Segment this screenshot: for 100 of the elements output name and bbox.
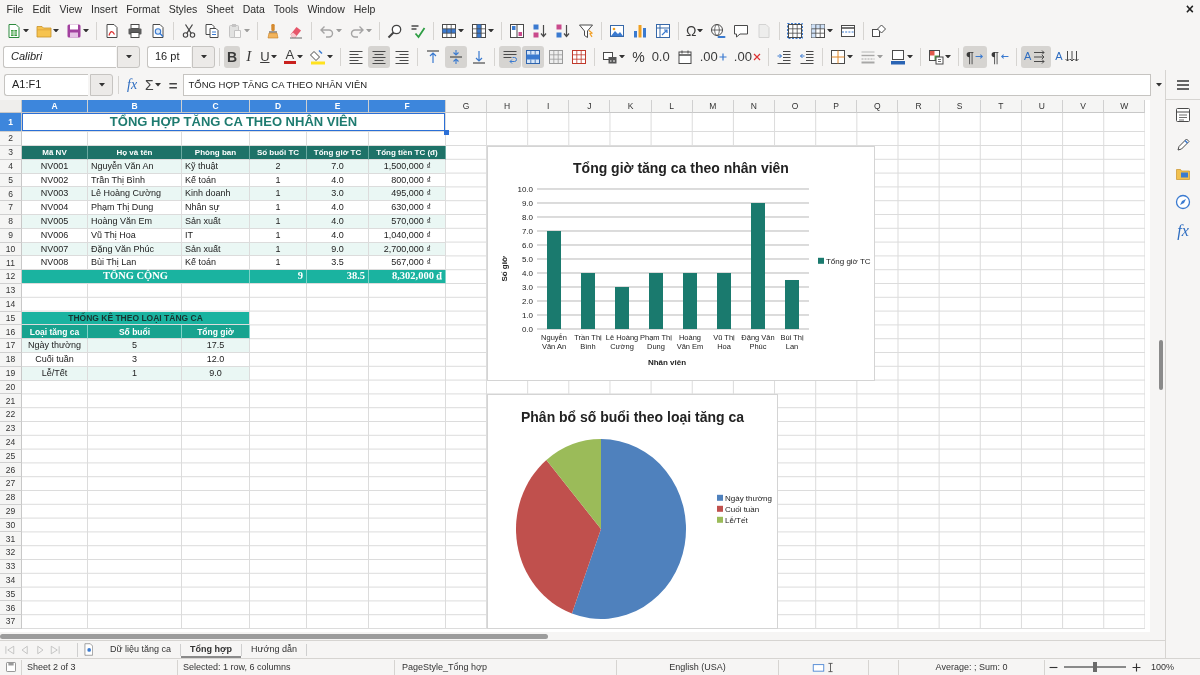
column-header[interactable]: Q — [857, 100, 899, 113]
column-header[interactable]: M — [692, 100, 734, 113]
formula-input[interactable]: TỔNG HỢP TĂNG CA THEO NHÂN VIÊN — [182, 74, 1151, 96]
print-area-icon — [787, 22, 804, 39]
text-horizontal-button[interactable]: A — [1021, 45, 1052, 68]
row-header[interactable]: 2 — [0, 132, 22, 146]
name-box[interactable]: A1:F1 — [4, 74, 88, 96]
column-header[interactable]: N — [733, 100, 775, 113]
document-status-icon[interactable] — [4, 661, 17, 673]
merge-center-button[interactable] — [522, 45, 545, 68]
column-header[interactable]: C — [182, 100, 250, 113]
font-name-field[interactable]: Calibri — [3, 45, 116, 68]
plus-icon[interactable] — [1132, 662, 1141, 672]
menu-item[interactable]: Format — [121, 1, 165, 17]
axis-tick-label: 4.0 — [521, 269, 533, 278]
row-header[interactable]: 37 — [0, 615, 22, 629]
column-header[interactable]: L — [651, 100, 693, 113]
bold-button[interactable]: B — [224, 45, 241, 68]
scrollbar-thumb[interactable] — [0, 633, 548, 639]
zoom-level[interactable]: 100% — [1151, 661, 1175, 673]
row-header[interactable]: 27 — [0, 477, 22, 491]
row-header[interactable]: 22 — [0, 408, 22, 422]
row-header[interactable]: 7 — [0, 201, 22, 215]
row-header[interactable]: 1 — [0, 113, 22, 132]
column-header[interactable]: G — [446, 100, 487, 113]
menu-item[interactable]: Tools — [269, 1, 303, 17]
left-to-right-button[interactable]: ¶ — [962, 45, 987, 68]
column-header[interactable]: U — [1021, 100, 1063, 113]
column-header[interactable]: K — [610, 100, 652, 113]
column-header[interactable]: F — [369, 100, 446, 113]
menu-item[interactable]: File — [2, 1, 28, 17]
row-header[interactable]: 26 — [0, 463, 22, 478]
row-header[interactable]: 16 — [0, 325, 22, 340]
row-header[interactable]: 36 — [0, 601, 22, 616]
row-header[interactable]: 11 — [0, 256, 22, 271]
menu-item[interactable]: Insert — [86, 1, 122, 17]
text-vertical-button[interactable]: A — [1052, 45, 1083, 68]
row-header[interactable]: 21 — [0, 394, 22, 409]
menu-item[interactable]: View — [55, 1, 87, 17]
menu-item[interactable]: Styles — [164, 1, 202, 17]
add-decimal-button[interactable]: .00 — [696, 45, 730, 68]
row-header[interactable]: 6 — [0, 187, 22, 202]
expand-button[interactable] — [1153, 83, 1165, 87]
column-header[interactable]: J — [569, 100, 611, 113]
align-center-button[interactable] — [368, 45, 391, 68]
fill-handle-icon[interactable] — [444, 130, 449, 135]
legend-label: Tổng giờ TC — [826, 256, 871, 266]
column-header[interactable]: W — [1104, 100, 1146, 113]
functions-button[interactable]: fx — [1177, 222, 1189, 239]
sum-button[interactable]: Σ — [142, 74, 164, 96]
column-header[interactable]: S — [939, 100, 981, 113]
sheet-tab[interactable]: Tổng hợp — [181, 641, 241, 658]
sheet-tab[interactable]: Hướng dẫn — [241, 641, 306, 658]
column-header[interactable]: A — [22, 100, 88, 113]
column-header[interactable]: O — [775, 100, 817, 113]
font-color-button[interactable]: A — [280, 45, 307, 68]
font-size-field[interactable]: 16 pt — [147, 45, 191, 68]
row-header[interactable]: 12 — [0, 270, 22, 284]
column-header[interactable]: B — [88, 100, 182, 113]
close-button[interactable]: × — [1182, 2, 1197, 16]
copy-icon — [204, 22, 220, 39]
caret-icon — [458, 28, 464, 33]
row-header[interactable]: 32 — [0, 546, 22, 560]
column-header[interactable]: V — [1062, 100, 1105, 113]
column-header[interactable]: D — [250, 100, 307, 113]
sheet-tab[interactable]: Dữ liệu tăng ca — [101, 641, 181, 658]
row-header[interactable]: 31 — [0, 532, 22, 547]
axis-tick-label: 9.0 — [521, 199, 533, 208]
row-header[interactable]: 3 — [0, 146, 22, 160]
wrap-text-button[interactable] — [499, 45, 522, 68]
delete-decimal-button[interactable]: .00 — [730, 45, 764, 68]
page-style[interactable]: PageStyle_Tổng hợp — [402, 661, 487, 673]
column-header[interactable]: I — [528, 100, 570, 113]
menu-item[interactable]: Sheet — [201, 1, 239, 17]
column-header[interactable]: H — [487, 100, 529, 113]
row-header[interactable]: 17 — [0, 339, 22, 353]
italic-button[interactable]: I — [241, 45, 257, 68]
menu-item[interactable]: Help — [349, 1, 380, 17]
format-number-button[interactable]: 0.0 — [648, 45, 673, 68]
menu-item[interactable]: Window — [302, 1, 350, 17]
sheet-icon[interactable] — [83, 643, 93, 656]
special-character-button[interactable]: Ω — [683, 19, 707, 42]
column-header[interactable]: E — [307, 100, 369, 113]
formula-button[interactable]: = — [165, 74, 181, 96]
function-wizard-button[interactable]: fx — [124, 74, 141, 96]
menu-item[interactable]: Data — [238, 1, 270, 17]
column-header[interactable]: T — [980, 100, 1022, 113]
dropdown-button[interactable] — [90, 74, 113, 96]
menu-item[interactable]: Edit — [27, 1, 55, 17]
column-header[interactable]: P — [816, 100, 858, 113]
underline-button[interactable]: U — [257, 45, 280, 68]
bar — [649, 273, 663, 329]
column-header[interactable]: R — [898, 100, 940, 113]
language[interactable]: English (USA) — [669, 661, 726, 673]
slider-thumb[interactable] — [1093, 662, 1097, 672]
percent-button[interactable]: % — [629, 45, 648, 68]
right-to-left-button[interactable]: ¶ — [987, 45, 1012, 68]
properties-icon[interactable] — [1175, 106, 1191, 123]
scrollbar-thumb[interactable] — [1159, 340, 1163, 390]
compass-icon[interactable] — [1175, 193, 1191, 210]
